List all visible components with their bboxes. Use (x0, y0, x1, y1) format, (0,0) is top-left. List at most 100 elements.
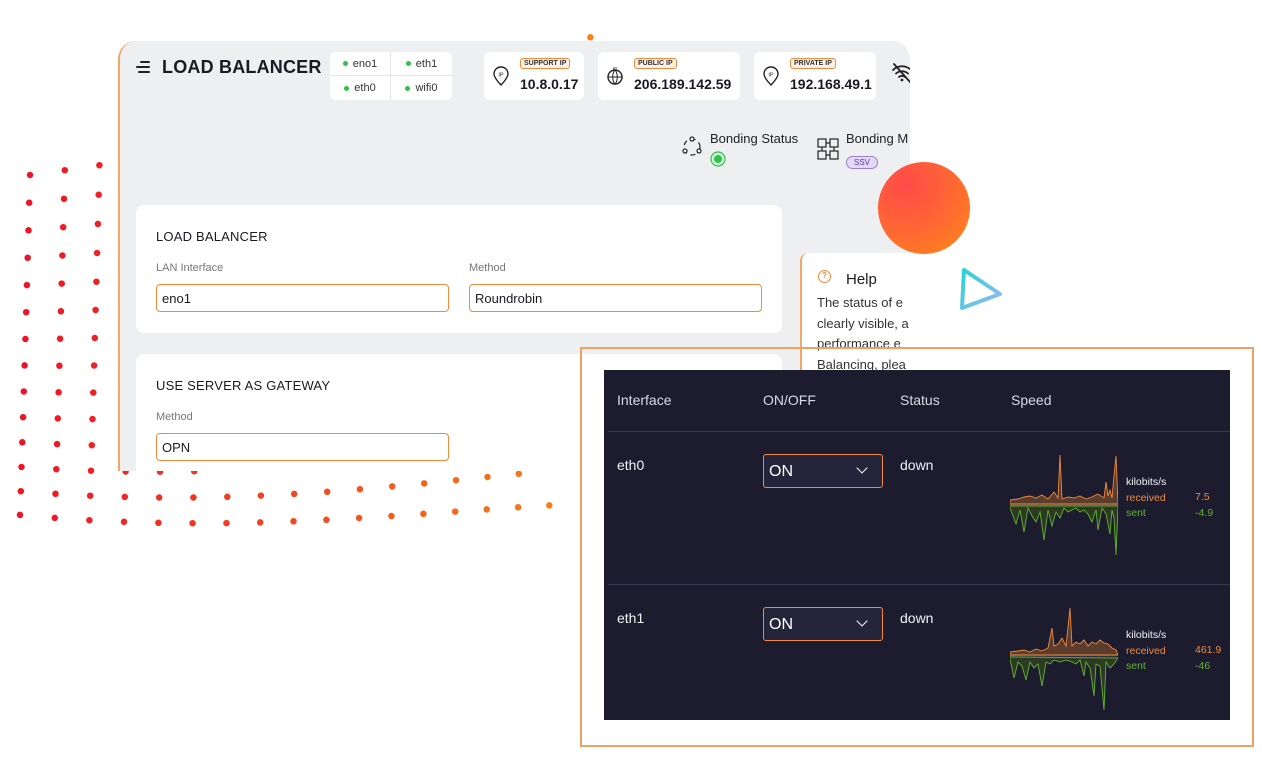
interface-name: eno1 (352, 57, 378, 70)
sent-label: sent (1126, 660, 1146, 672)
row-divider (608, 431, 1230, 432)
interface-name: eth0 (354, 82, 376, 94)
bonding-mode-label: Bonding M (846, 131, 909, 146)
wifi-off-icon[interactable] (890, 61, 910, 85)
card-title: USE SERVER AS GATEWAY (156, 378, 331, 393)
decorative-dot (484, 473, 491, 481)
decorative-dot (290, 518, 297, 525)
decorative-dot (515, 470, 523, 478)
decorative-dot (420, 510, 427, 518)
decorative-dot (189, 519, 196, 527)
decorative-dot (323, 488, 331, 496)
received-label: received (1126, 491, 1166, 504)
decorative-dot (96, 161, 103, 169)
select-value: ON (769, 616, 793, 633)
ip-value: 192.168.49.1 (790, 76, 872, 92)
decorative-dot (323, 516, 330, 524)
interface-name: eth1 (617, 610, 645, 626)
method-field[interactable]: Roundrobin (469, 284, 762, 312)
decorative-dot (451, 508, 459, 515)
public-ip-card: IP PUBLIC IP 206.189.142.59 (598, 52, 740, 100)
method-label: Method (469, 262, 506, 274)
decorative-dot (356, 485, 364, 493)
decorative-dot (223, 519, 230, 527)
decorative-dot (452, 476, 460, 484)
chevron-down-icon (856, 615, 868, 627)
globe-icon: IP (607, 66, 623, 85)
interface-item: eth0 (330, 76, 391, 100)
speed-legend: kilobits/s received sent (1126, 475, 1166, 522)
decorative-dot (57, 308, 65, 315)
interface-status-grid: eno1 eth1 eth0 wifi0 (330, 52, 452, 100)
speed-sparkline (1010, 607, 1118, 711)
speed-sparkline (1010, 454, 1118, 556)
decorative-dot (61, 166, 69, 174)
speed-values: 461.9 -46 (1195, 643, 1221, 674)
decorative-dot (483, 506, 490, 513)
status-text: down (900, 457, 934, 473)
decorative-dot (19, 413, 27, 421)
decorative-dot (17, 487, 25, 495)
decorative-dot (55, 389, 62, 396)
ip-value: 10.8.0.17 (520, 76, 579, 92)
header-interface: Interface (617, 392, 672, 408)
decorative-dot (155, 519, 162, 527)
help-line: The status of e (817, 295, 903, 310)
speed-unit: kilobits/s (1126, 476, 1167, 488)
decorative-dot (121, 493, 129, 501)
bonding-mode-badge: SSV (846, 156, 879, 169)
status-ok-icon (710, 151, 726, 167)
interface-name: wifi0 (415, 82, 438, 94)
interface-table-panel: Interface ON/OFF Status Speed eth0 ON do… (604, 370, 1230, 720)
decorative-dot (87, 467, 95, 474)
onoff-select[interactable]: ON (763, 607, 883, 641)
decorative-dot (54, 415, 62, 422)
decorative-dot (92, 306, 99, 314)
location-pin-icon: IP (763, 66, 779, 86)
help-line: clearly visible, a (817, 315, 909, 331)
decorative-dot (546, 502, 553, 509)
interface-item: eth1 (391, 52, 452, 76)
decorative-dot (88, 441, 96, 449)
hamburger-menu-icon[interactable] (136, 61, 152, 73)
decorative-dot (53, 440, 61, 448)
header-speed: Speed (1011, 392, 1052, 408)
lan-interface-field[interactable]: eno1 (156, 284, 449, 312)
location-pin-icon: IP (493, 66, 509, 86)
decorative-dot (120, 518, 128, 526)
interface-name: eth0 (617, 457, 645, 473)
onoff-select[interactable]: ON (763, 454, 883, 488)
top-bar: LOAD BALANCER eno1 eth1 eth0 wifi0 IP SU… (120, 41, 910, 111)
ip-badge: PUBLIC IP (634, 58, 677, 69)
private-ip-card: IP PRIVATE IP 192.168.49.1 (754, 52, 876, 100)
decorative-dot (89, 415, 96, 423)
received-value: 7.5 (1195, 491, 1210, 503)
received-label: received (1126, 644, 1166, 657)
speed-legend: kilobits/s received sent (1126, 628, 1166, 675)
decorative-dot (25, 199, 33, 206)
gateway-method-label: Method (156, 411, 193, 423)
gateway-method-field[interactable]: OPN (156, 433, 449, 461)
decorative-dot (155, 494, 163, 501)
decorative-dot (56, 335, 64, 342)
interface-item: wifi0 (391, 76, 452, 100)
svg-text:IP: IP (498, 73, 504, 79)
ip-badge: PRIVATE IP (790, 58, 836, 69)
decorative-dot (22, 335, 29, 343)
decorative-dot (18, 463, 25, 471)
decorative-dot (53, 465, 60, 473)
decorative-dot (290, 490, 298, 498)
decorative-dot (190, 494, 197, 501)
decorative-dot (388, 512, 395, 520)
decorative-dot (21, 362, 28, 369)
load-balancer-card: LOAD BALANCER LAN Interface eno1 Method … (136, 205, 782, 333)
decorative-dot (91, 334, 99, 342)
bonding-status-icon (682, 136, 702, 156)
decorative-dot (420, 480, 428, 487)
help-icon: ? (818, 270, 831, 283)
sent-label: sent (1126, 507, 1146, 519)
decorative-dot (256, 519, 264, 526)
decorative-dot (388, 483, 396, 490)
decorative-dot (514, 504, 522, 511)
decorative-dot (19, 439, 26, 446)
